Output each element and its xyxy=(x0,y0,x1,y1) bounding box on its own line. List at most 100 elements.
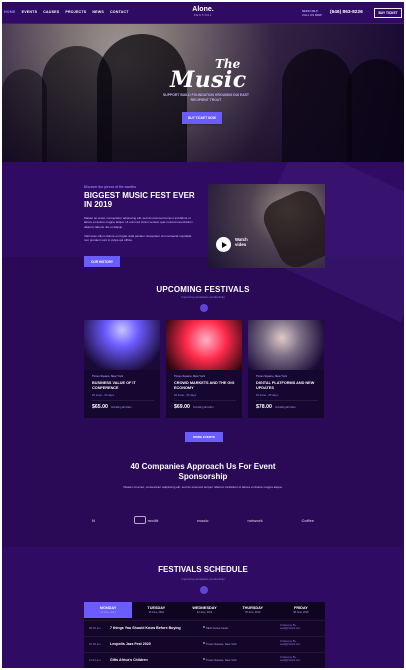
schedule-title-text[interactable]: Gifts Africa's Children xyxy=(110,658,148,662)
sponsor-logo-text: Coffee xyxy=(301,517,314,523)
schedule-subtitle: Improving workplace productivity xyxy=(181,577,225,581)
schedule-host-email[interactable]: sean@roberts.com xyxy=(280,627,300,630)
schedule-location: Times Square, New York xyxy=(206,642,237,646)
day-date: 23 June, 2019 xyxy=(148,611,164,614)
festival-card-location: Times Square, New York xyxy=(256,375,288,378)
festival-card-divider xyxy=(256,400,318,401)
feature-paragraph-2: Velit esse cillum dolore eu fugiat nulla… xyxy=(84,234,192,243)
sponsor-logo-mark-icon xyxy=(133,516,146,524)
watch-video-label[interactable]: Watch video xyxy=(235,237,248,248)
festival-card-title[interactable]: CROWD MARKETS AND THE GIG ECONOMY xyxy=(174,381,236,391)
festival-card[interactable]: Times Square, New York DIGITAL PLATFORMS… xyxy=(248,320,324,418)
tab-thursday[interactable]: THURSDAY 25 June, 2019 xyxy=(229,602,277,618)
help-text: NEED HELP CALL US NOW xyxy=(302,9,322,17)
day-name: WEDNESDAY xyxy=(192,606,217,610)
schedule-row[interactable]: 09:00 am 7 things You Should Know Before… xyxy=(84,620,325,636)
schedule-host-email[interactable]: sean@roberts.com xyxy=(280,659,300,662)
video-thumbnail[interactable] xyxy=(208,184,325,268)
festival-card-price-note: Including all ticket xyxy=(193,406,214,409)
logo-tagline: FESTIVAL xyxy=(194,13,212,17)
feature-paragraph-1: Master an amet, consectetur adipiscing e… xyxy=(84,216,193,229)
day-name: TUESDAY xyxy=(147,606,166,610)
tab-tuesday[interactable]: TUESDAY 23 June, 2019 xyxy=(132,602,180,618)
tab-monday[interactable]: MONDAY 22 June, 2019 xyxy=(84,602,133,618)
sponsor-logo[interactable]: Coffee xyxy=(302,518,314,523)
nav-causes[interactable]: CAUSES xyxy=(43,10,59,14)
site-logo[interactable]: Alone. FESTIVAL xyxy=(188,6,218,17)
sponsor-logo[interactable]: music xyxy=(197,518,209,523)
festival-card[interactable]: Times Square, New York BUSINESS VALUE OF… xyxy=(84,320,160,418)
festival-card-price: $78.00 xyxy=(256,404,272,410)
sponsor-logo[interactable]: mollit xyxy=(133,516,159,524)
nav-home[interactable]: HOME xyxy=(4,10,16,14)
nav-news[interactable]: NEWS xyxy=(92,10,104,14)
schedule-title: FESTIVALS SCHEDULE xyxy=(158,565,248,574)
schedule-title-text[interactable]: 7 things You Should Know Before Buying xyxy=(110,626,181,630)
sponsor-logo-text: mollit xyxy=(147,517,159,523)
festival-card-date: 22 June - 25 days xyxy=(256,394,279,397)
tab-friday[interactable]: FRIDAY 26 June, 2019 xyxy=(277,602,325,618)
nav-contact[interactable]: CONTACT xyxy=(110,10,129,14)
festival-card[interactable]: Times Square, New York CROWD MARKETS AND… xyxy=(166,320,242,418)
phone-number[interactable]: (646) 863-8226 xyxy=(330,10,363,15)
festival-card-image xyxy=(166,320,242,370)
schedule-location: SEO Venue Hotel xyxy=(206,626,228,630)
festival-card-price: $69.00 xyxy=(174,404,190,410)
tab-wednesday[interactable]: WEDNESDAY 24 June, 2019 xyxy=(180,602,228,618)
festival-card-price: $65.00 xyxy=(92,404,108,410)
nav-events[interactable]: EVENTS xyxy=(22,10,38,14)
festival-card-date: 22 June - 25 days xyxy=(174,394,197,397)
schedule-time: 10:00 am xyxy=(89,642,101,646)
day-name: FRIDAY xyxy=(294,606,308,610)
schedule-time: 09:00 am xyxy=(89,626,101,630)
day-date: 22 June, 2019 xyxy=(100,611,116,614)
hero-script-title: Music xyxy=(170,67,247,93)
festival-card-divider xyxy=(92,400,154,401)
festival-card-image xyxy=(248,320,324,370)
play-video-button[interactable] xyxy=(216,237,231,252)
music-note-icon xyxy=(200,304,208,312)
help-line-2: CALL US NOW xyxy=(302,13,322,17)
location-pin-icon xyxy=(203,642,205,644)
schedule-host: Conference By sean@roberts.com xyxy=(280,640,300,646)
festival-card-title[interactable]: DIGITAL PLATFORMS AND NEW UPDATES xyxy=(256,381,318,391)
schedule-host-email[interactable]: sean@roberts.com xyxy=(280,643,300,646)
festival-card-location: Times Square, New York xyxy=(92,375,124,378)
upcoming-festivals-subtitle: Improving workplace productivity xyxy=(181,295,225,299)
sponsor-logo-text: music xyxy=(197,517,209,523)
festival-card-image xyxy=(84,320,160,370)
our-history-button[interactable]: OUR HISTORY xyxy=(84,256,120,267)
hero-buy-ticket-now-button[interactable]: BUY TICKET NOW xyxy=(182,112,222,124)
buy-ticket-button[interactable]: BUY TICKET xyxy=(374,8,402,18)
schedule-location: Times Square, New York xyxy=(206,658,237,662)
main-nav: HOME EVENTS CAUSES PROJECTS NEWS CONTACT xyxy=(4,10,129,14)
schedule-time: 11:00 am xyxy=(89,658,101,662)
sponsor-logos: N mollit music network Coffee xyxy=(92,513,314,527)
sponsorship-text: Master sit amet, consectetur adipiscing … xyxy=(123,485,283,489)
nav-projects[interactable]: PROJECTS xyxy=(65,10,86,14)
more-events-button[interactable]: MORE EVENTS xyxy=(185,432,223,442)
sponsor-logo[interactable]: network xyxy=(247,518,262,523)
festival-card-divider xyxy=(174,400,236,401)
schedule-host: Conference By sean@roberts.com xyxy=(280,656,300,662)
top-navigation-bar: HOME EVENTS CAUSES PROJECTS NEWS CONTACT… xyxy=(2,2,404,24)
play-icon xyxy=(221,241,227,248)
feature-title: BIGGEST MUSIC FEST EVER IN 2019 xyxy=(84,191,195,209)
sponsor-logo-text: N xyxy=(92,517,95,523)
festival-card-date: 22 June - 25 days xyxy=(92,394,115,397)
schedule-row[interactable]: 11:00 am Gifts Africa's Children Times S… xyxy=(84,652,325,668)
landing-page: HOME EVENTS CAUSES PROJECTS NEWS CONTACT… xyxy=(2,2,404,668)
schedule-title-text[interactable]: Leopolis Jazz Fest 2020 xyxy=(110,642,151,646)
day-date: 24 June, 2019 xyxy=(196,611,213,614)
sponsor-logo[interactable]: N xyxy=(92,518,95,523)
festival-card-price-note: Including all ticket xyxy=(275,406,296,409)
sponsorship-title: 40 Companies Approach Us For Event Spons… xyxy=(130,462,276,481)
hero-banner: The Music SUPPORT BUILD FOUNDATION GROUN… xyxy=(2,24,404,162)
logo-name: Alone. xyxy=(192,6,214,13)
festival-card-title[interactable]: BUSINESS VALUE OF IT CONFERENCE xyxy=(92,381,154,391)
festival-card-price-note: Including all ticket xyxy=(111,406,132,409)
schedule-day-tabs: MONDAY 22 June, 2019 TUESDAY 23 June, 20… xyxy=(84,602,325,618)
schedule-row[interactable]: 10:00 am Leopolis Jazz Fest 2020 Times S… xyxy=(84,636,325,652)
schedule-table: MONDAY 22 June, 2019 TUESDAY 23 June, 20… xyxy=(84,602,325,668)
day-date: 25 June, 2019 xyxy=(245,611,261,614)
